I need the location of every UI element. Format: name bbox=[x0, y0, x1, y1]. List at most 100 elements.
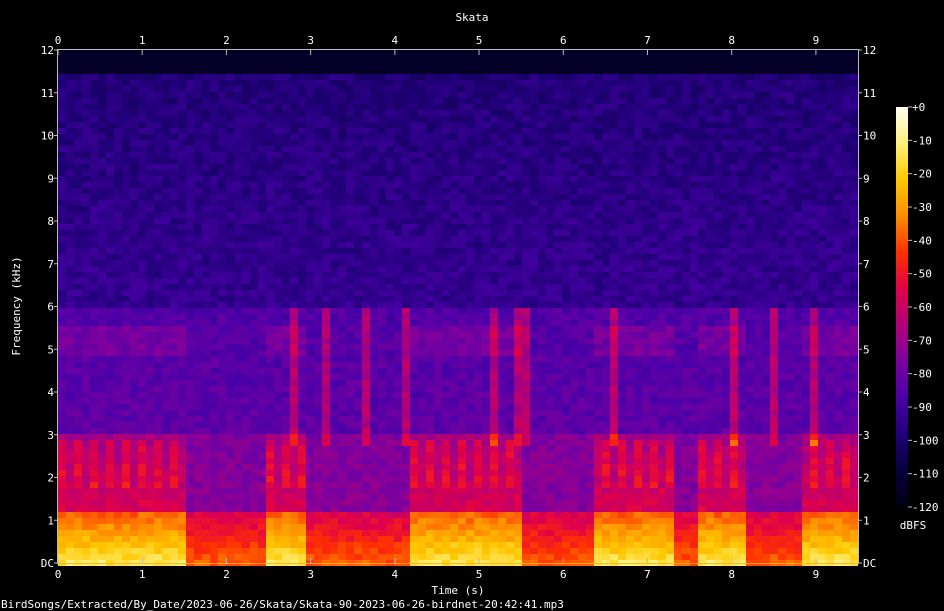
spectrogram-cell bbox=[346, 518, 354, 524]
spectrogram-cell bbox=[298, 98, 306, 104]
spectrogram-cell bbox=[378, 164, 386, 170]
spectrogram-cell bbox=[258, 242, 266, 248]
spectrogram-cell bbox=[202, 338, 210, 344]
spectrogram-cell bbox=[114, 350, 122, 356]
spectrogram-cell bbox=[450, 308, 458, 314]
spectrogram-cell bbox=[202, 326, 210, 332]
spectrogram-cell bbox=[314, 368, 322, 374]
spectrogram-cell bbox=[346, 554, 354, 560]
spectrogram-cell bbox=[266, 134, 274, 140]
spectrogram-cell bbox=[274, 146, 282, 152]
spectrogram-cell bbox=[490, 290, 498, 296]
spectrogram-cell bbox=[322, 182, 330, 188]
spectrogram-cell bbox=[98, 128, 106, 134]
spectrogram-cell bbox=[410, 212, 418, 218]
spectrogram-cell bbox=[490, 212, 498, 218]
spectrogram-cell bbox=[266, 398, 274, 404]
spectrogram-cell bbox=[74, 518, 82, 524]
spectrogram-cell bbox=[322, 254, 330, 260]
spectrogram-cell bbox=[474, 416, 482, 422]
spectrogram-cell bbox=[498, 284, 506, 290]
spectrogram-cell bbox=[298, 446, 306, 452]
spectrogram-cell bbox=[90, 92, 98, 98]
spectrogram-cell bbox=[90, 296, 98, 302]
spectrogram-cell bbox=[498, 260, 506, 266]
spectrogram-cell bbox=[450, 74, 458, 80]
spectrogram-cell bbox=[114, 158, 122, 164]
spectrogram-cell bbox=[418, 440, 426, 446]
spectrogram-cell bbox=[346, 212, 354, 218]
spectrogram-cell bbox=[194, 248, 202, 254]
spectrogram-cell bbox=[394, 158, 402, 164]
spectrogram-cell bbox=[362, 56, 370, 62]
spectrogram-cell bbox=[154, 440, 162, 446]
spectrogram-cell bbox=[266, 110, 274, 116]
spectrogram-cell bbox=[514, 56, 522, 62]
spectrogram-cell bbox=[122, 176, 130, 182]
spectrogram-cell bbox=[378, 548, 386, 554]
spectrogram-cell bbox=[98, 122, 106, 128]
spectrogram-cell bbox=[378, 440, 386, 446]
spectrogram-cell bbox=[98, 104, 106, 110]
spectrogram-cell bbox=[450, 116, 458, 122]
spectrogram-cell bbox=[122, 548, 130, 554]
spectrogram-cell bbox=[362, 182, 370, 188]
spectrogram-cell bbox=[282, 68, 290, 74]
spectrogram-cell bbox=[162, 164, 170, 170]
spectrogram-cell bbox=[74, 458, 82, 464]
spectrogram-cell bbox=[386, 248, 394, 254]
spectrogram-cell bbox=[482, 80, 490, 86]
spectrogram-cell bbox=[114, 542, 122, 548]
spectrogram-cell bbox=[402, 140, 410, 146]
spectrogram-cell bbox=[98, 158, 106, 164]
spectrogram-cell bbox=[178, 476, 186, 482]
spectrogram-cell bbox=[74, 56, 82, 62]
spectrogram-cell bbox=[162, 416, 170, 422]
spectrogram-cell bbox=[322, 80, 330, 86]
spectrogram-cell bbox=[458, 326, 466, 332]
spectrogram-cell bbox=[298, 164, 306, 170]
spectrogram-cell bbox=[138, 122, 146, 128]
spectrogram-cell bbox=[74, 368, 82, 374]
spectrogram-cell bbox=[202, 476, 210, 482]
spectrogram-cell bbox=[338, 98, 346, 104]
spectrogram-cell bbox=[338, 296, 346, 302]
spectrogram-cell bbox=[498, 386, 506, 392]
spectrogram-cell bbox=[450, 404, 458, 410]
spectrogram-cell bbox=[450, 218, 458, 224]
spectrogram-cell bbox=[178, 428, 186, 434]
spectrogram-cell bbox=[490, 476, 498, 482]
spectrogram-cell bbox=[434, 434, 442, 440]
spectrogram-cell bbox=[282, 488, 290, 494]
spectrogram-cell bbox=[498, 170, 506, 176]
spectrogram-cell bbox=[202, 446, 210, 452]
spectrogram-cell bbox=[346, 134, 354, 140]
spectrogram-cell bbox=[90, 404, 98, 410]
spectrogram-cell bbox=[58, 68, 66, 74]
spectrogram-cell bbox=[74, 326, 82, 332]
spectrogram-cell bbox=[178, 68, 186, 74]
spectrogram-cell bbox=[330, 146, 338, 152]
spectrogram-cell bbox=[330, 386, 338, 392]
spectrogram-cell bbox=[402, 392, 410, 398]
spectrogram-cell bbox=[330, 518, 338, 524]
spectrogram-cell bbox=[474, 164, 482, 170]
spectrogram-cell bbox=[146, 404, 154, 410]
spectrogram-cell bbox=[298, 470, 306, 476]
spectrogram-cell bbox=[194, 386, 202, 392]
spectrogram-cell bbox=[298, 308, 306, 314]
spectrogram-cell bbox=[194, 494, 202, 500]
spectrogram-cell bbox=[66, 176, 74, 182]
spectrogram-cell bbox=[170, 302, 178, 308]
spectrogram-cell bbox=[210, 272, 218, 278]
spectrogram-cell bbox=[114, 494, 122, 500]
spectrogram-cell bbox=[202, 434, 210, 440]
spectrogram-cell bbox=[490, 452, 498, 458]
spectrogram-cell bbox=[490, 218, 498, 224]
spectrogram-cell bbox=[346, 272, 354, 278]
spectrogram-cell bbox=[162, 278, 170, 284]
spectrogram-cell bbox=[450, 122, 458, 128]
spectrogram-cell bbox=[314, 200, 322, 206]
spectrogram-cell bbox=[362, 260, 370, 266]
spectrogram-cell bbox=[298, 62, 306, 68]
